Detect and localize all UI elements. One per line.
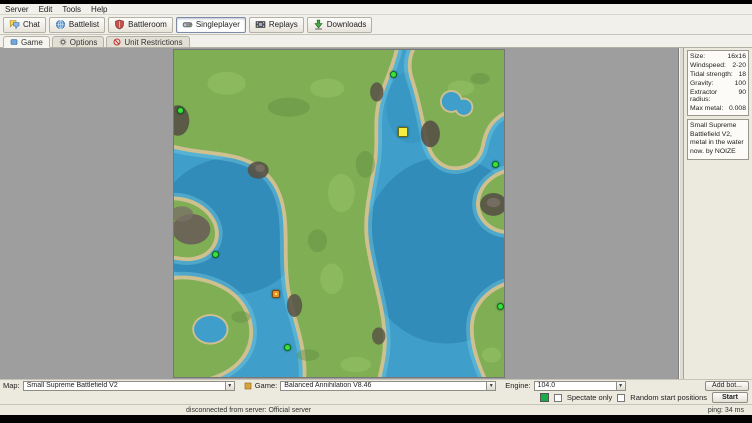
spectate-only-checkbox[interactable] (554, 394, 562, 402)
toolbar: Chat Battlelist Battleroom Singleplayer … (0, 15, 752, 35)
info-label: Windspeed: (690, 62, 726, 69)
tab-battlelist[interactable]: Battlelist (49, 17, 105, 33)
map-info-row-extractor: Extractor radius: 90 (690, 89, 746, 104)
info-value: 18 (738, 71, 746, 78)
map-description: Small Supreme Battlefield V2, metal in t… (687, 119, 749, 160)
tab-battleroom[interactable]: Battleroom (108, 17, 173, 33)
map-info-row-size: Size: 16x16 (690, 53, 746, 60)
info-label: Tidal strength: (690, 71, 733, 78)
menu-server[interactable]: Server (5, 5, 29, 14)
spectate-only-label: Spectate only (567, 393, 612, 402)
game-select-value: Balanced Annihilation V8.46 (281, 382, 486, 390)
map-info-row-windspeed: Windspeed: 2-20 (690, 62, 746, 69)
info-label: Size: (690, 53, 705, 60)
info-label: Max metal: (690, 105, 723, 112)
tab-label: Chat (23, 20, 40, 29)
selection-row: Map: Small Supreme Battlefield V2 ▼ Game… (0, 379, 752, 391)
content-area: Size: 16x16 Windspeed: 2-20 Tidal streng… (0, 48, 752, 379)
tab-label: Downloads (327, 20, 367, 29)
start-position-dot[interactable] (390, 71, 397, 78)
info-value: 90 (738, 89, 746, 104)
subtab-label: Unit Restrictions (124, 38, 182, 47)
start-position-dot[interactable] (212, 251, 219, 258)
menu-edit[interactable]: Edit (39, 5, 53, 14)
info-value: 16x16 (727, 53, 746, 60)
map-info-row-gravity: Gravity: 100 (690, 80, 746, 87)
subtab-label: Game (21, 38, 43, 47)
chat-icon (9, 19, 20, 30)
status-bar: disconnected from server: Official serve… (0, 404, 752, 415)
singleplayer-subtabs: Game Options Unit Restrictions (0, 35, 752, 48)
game-select-combo[interactable]: Balanced Annihilation V8.46 ▼ (280, 381, 496, 391)
start-position-dot[interactable] (398, 127, 408, 137)
lobby-window: Server Edit Tools Help Chat Battlelist B… (0, 4, 752, 415)
tab-replays[interactable]: Replays (249, 17, 304, 33)
ping-status: ping: 34 ms (708, 407, 744, 414)
downloads-icon (313, 19, 324, 30)
subtab-unit-restrictions[interactable]: Unit Restrictions (106, 36, 189, 47)
subtab-label: Options (70, 38, 98, 47)
battleroom-icon (114, 19, 125, 30)
replays-icon (255, 19, 266, 30)
start-button[interactable]: Start (712, 392, 748, 403)
menu-bar: Server Edit Tools Help (0, 4, 752, 15)
game-select-label: Game: (255, 381, 278, 390)
tab-downloads[interactable]: Downloads (307, 17, 373, 33)
map-select-value: Small Supreme Battlefield V2 (24, 382, 225, 390)
tab-label: Singleplayer (196, 20, 240, 29)
game-icon (244, 382, 252, 390)
chevron-down-icon[interactable]: ▼ (616, 382, 625, 390)
add-bot-button[interactable]: Add bot... (705, 381, 749, 391)
map-preview-image (174, 50, 504, 377)
info-value: 0.008 (729, 105, 746, 112)
map-select-combo[interactable]: Small Supreme Battlefield V2 ▼ (23, 381, 235, 391)
map-info-panel: Size: 16x16 Windspeed: 2-20 Tidal streng… (684, 48, 752, 379)
tab-singleplayer[interactable]: Singleplayer (176, 17, 246, 33)
menu-tools[interactable]: Tools (62, 5, 81, 14)
engine-select-label: Engine: (505, 381, 530, 390)
player-color-swatch[interactable] (540, 393, 549, 402)
info-value: 100 (735, 80, 746, 87)
map-info-row-tidal: Tidal strength: 18 (690, 71, 746, 78)
map-preview[interactable] (174, 50, 504, 377)
map-area (0, 48, 679, 379)
chevron-down-icon[interactable]: ▼ (486, 382, 495, 390)
singleplayer-icon (182, 19, 193, 30)
random-start-positions-label: Random start positions (630, 393, 707, 402)
tab-label: Replays (269, 20, 298, 29)
game-tab-icon (10, 38, 18, 46)
map-select-label: Map: (3, 381, 20, 390)
random-start-positions-checkbox[interactable] (617, 394, 625, 402)
tab-label: Battleroom (128, 20, 167, 29)
tab-chat[interactable]: Chat (3, 17, 46, 33)
connection-status: disconnected from server: Official serve… (186, 407, 311, 414)
map-info-row-maxmetal: Max metal: 0.008 (690, 105, 746, 112)
options-tab-icon (59, 38, 67, 46)
subtab-game[interactable]: Game (3, 36, 50, 48)
tab-label: Battlelist (69, 20, 99, 29)
menu-help[interactable]: Help (91, 5, 107, 14)
start-position-dot[interactable] (272, 290, 280, 298)
unit-restrictions-tab-icon (113, 38, 121, 46)
engine-select-value: 104.0 (535, 382, 616, 390)
options-row: Spectate only Random start positions Sta… (0, 391, 752, 404)
info-label: Extractor radius: (690, 89, 736, 104)
chevron-down-icon[interactable]: ▼ (225, 382, 234, 390)
engine-select-combo[interactable]: 104.0 ▼ (534, 381, 626, 391)
map-info-box: Size: 16x16 Windspeed: 2-20 Tidal streng… (687, 50, 749, 116)
info-value: 2-20 (732, 62, 746, 69)
battlelist-icon (55, 19, 66, 30)
info-label: Gravity: (690, 80, 713, 87)
subtab-options[interactable]: Options (52, 36, 105, 47)
